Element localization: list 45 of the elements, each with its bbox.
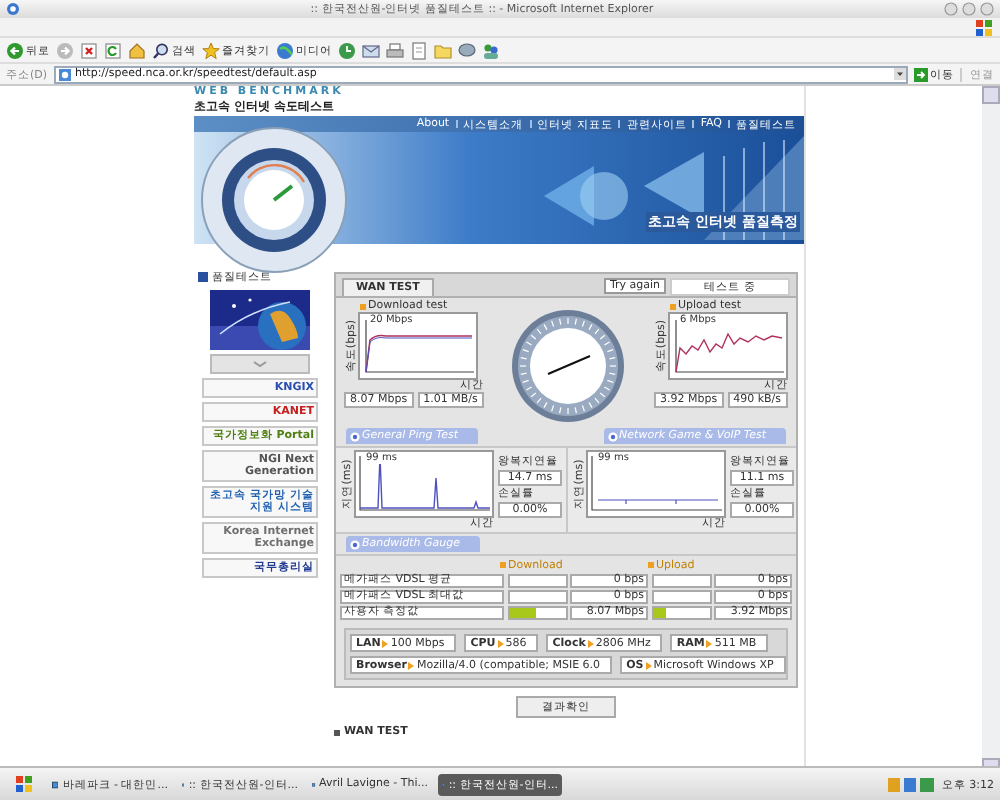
radio-icon <box>350 431 360 441</box>
close-button[interactable] <box>980 2 994 16</box>
dropdown-arrow-icon <box>894 68 906 80</box>
search-icon <box>152 41 170 59</box>
mail-button[interactable] <box>362 41 380 59</box>
arrow-right-icon <box>706 639 713 647</box>
arrow-right-icon <box>382 639 389 647</box>
folder-button[interactable] <box>434 41 452 59</box>
print-button[interactable] <box>386 41 404 59</box>
radio-icon <box>350 539 360 549</box>
bullet-icon <box>198 272 208 282</box>
minimize-button[interactable] <box>944 2 958 16</box>
envelope-icon <box>362 41 380 59</box>
star-icon <box>202 41 220 59</box>
stop-button[interactable] <box>80 41 98 59</box>
tray-icons-drawing <box>887 777 936 791</box>
forward-button[interactable] <box>56 41 74 59</box>
chat-button[interactable] <box>458 41 476 59</box>
bullet-icon <box>669 303 676 309</box>
arrow-right-icon <box>587 639 594 647</box>
windows-flag-icon <box>976 19 992 35</box>
line-graph-drawing <box>667 312 788 380</box>
arrow-right-icon <box>497 639 504 647</box>
line-graph-drawing <box>354 450 494 518</box>
globe-icon <box>276 41 294 59</box>
scrollbar[interactable] <box>982 86 1000 766</box>
people-button[interactable] <box>482 41 500 59</box>
bullet-icon <box>648 562 654 568</box>
arrow-right-icon <box>408 661 415 669</box>
windows-flag-icon <box>16 776 32 792</box>
speed-gauge-drawing <box>510 308 627 424</box>
history-button[interactable] <box>338 41 356 59</box>
bullet-icon <box>334 729 340 735</box>
line-graph-drawing <box>586 450 726 518</box>
home-button[interactable] <box>128 41 146 59</box>
line-graph-drawing <box>358 312 478 380</box>
chat-icon <box>458 41 476 59</box>
arrow-right-icon <box>645 661 652 669</box>
radio-icon <box>607 431 618 441</box>
bullet-icon <box>360 303 366 309</box>
maximize-button[interactable] <box>962 2 976 16</box>
people-icon <box>482 41 500 59</box>
refresh-button[interactable] <box>104 41 122 59</box>
edit-button[interactable] <box>410 41 428 59</box>
bullet-icon <box>500 562 506 568</box>
